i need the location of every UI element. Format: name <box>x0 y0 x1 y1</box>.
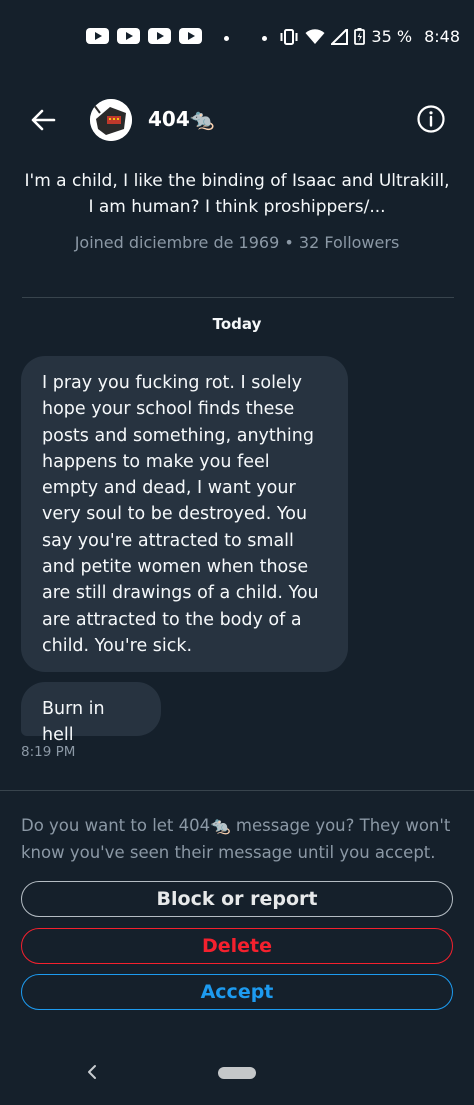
back-arrow-icon[interactable] <box>28 105 58 135</box>
avatar-image-icon <box>90 99 132 141</box>
battery-percent: 35 % <box>371 27 413 46</box>
signal-icon <box>331 28 349 45</box>
youtube-icon <box>179 28 202 44</box>
battery-icon <box>354 28 366 45</box>
delete-button[interactable]: Delete <box>21 928 453 964</box>
divider <box>22 297 454 298</box>
message-bubble[interactable]: I pray you fucking rot. I solely hope yo… <box>21 356 348 672</box>
message-bubble[interactable]: Burn in hell <box>21 682 161 745</box>
status-time: 8:48 <box>424 27 460 46</box>
notification-dot-icon <box>224 36 229 41</box>
info-icon[interactable] <box>416 104 446 134</box>
system-nav-bar <box>0 1045 474 1105</box>
header-display-name[interactable]: 404🐀 <box>148 107 215 131</box>
notification-dot-icon <box>262 36 267 41</box>
youtube-icon <box>117 28 140 44</box>
divider <box>0 790 474 791</box>
status-right: 35 % 8:48 <box>279 27 460 46</box>
accept-button[interactable]: Accept <box>21 974 453 1010</box>
message-timestamp: 8:19 PM <box>21 744 76 760</box>
block-or-report-button[interactable]: Block or report <box>21 881 453 917</box>
profile-bio: I'm a child, I like the binding of Isaac… <box>24 171 450 217</box>
conversation-header: 404🐀 <box>0 95 474 145</box>
nav-home-pill[interactable] <box>218 1067 256 1079</box>
notification-icons <box>86 28 202 44</box>
message-request-prompt: Do you want to let 404🐀 message you? The… <box>21 816 451 862</box>
nav-back-chevron-icon[interactable] <box>85 1062 101 1082</box>
profile-joined-followers: Joined diciembre de 1969 • 32 Followers <box>74 233 400 252</box>
date-separator: Today <box>212 315 262 333</box>
vibrate-icon <box>280 28 298 45</box>
youtube-icon <box>86 28 109 44</box>
avatar[interactable] <box>90 99 132 141</box>
wifi-icon <box>305 28 325 44</box>
status-bar: 35 % 8:48 <box>0 0 474 75</box>
youtube-icon <box>148 28 171 44</box>
